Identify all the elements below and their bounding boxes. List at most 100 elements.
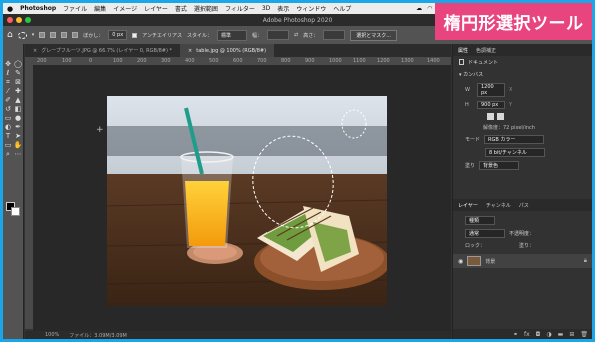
apple-icon[interactable]: ● bbox=[7, 5, 13, 13]
tab-layers[interactable]: レイヤー bbox=[458, 202, 478, 209]
pen-tool-icon[interactable]: ✒ bbox=[13, 123, 23, 132]
menu-select[interactable]: 選択範囲 bbox=[194, 4, 218, 13]
menu-app-name[interactable]: Photoshop bbox=[20, 5, 56, 12]
layer-background[interactable]: ◉ 背景 🔒︎ bbox=[453, 254, 592, 268]
type-tool-icon[interactable]: T bbox=[3, 132, 13, 141]
menu-help[interactable]: ヘルプ bbox=[333, 4, 351, 13]
tab-paths[interactable]: パス bbox=[519, 202, 529, 209]
zoom-level[interactable]: 100% bbox=[45, 332, 59, 338]
menu-view[interactable]: 表示 bbox=[277, 4, 289, 13]
path-select-tool-icon[interactable]: ➤ bbox=[13, 132, 23, 141]
new-layer-icon[interactable]: ⊞ bbox=[569, 331, 574, 338]
close-window-button[interactable] bbox=[7, 17, 13, 23]
menu-type[interactable]: 書式 bbox=[175, 4, 187, 13]
lasso-tool-icon[interactable]: ℓ bbox=[3, 69, 13, 78]
feather-input[interactable]: 0 px bbox=[108, 30, 128, 40]
gradient-tool-icon[interactable]: ▭ bbox=[3, 114, 13, 123]
elliptical-marquee-tool-icon[interactable]: ◯ bbox=[13, 60, 23, 69]
brush-tool-icon[interactable]: ✐ bbox=[3, 96, 13, 105]
menu-file[interactable]: ファイル bbox=[63, 4, 87, 13]
fill-label: 塗り bbox=[465, 163, 476, 169]
menu-window[interactable]: ウィンドウ bbox=[296, 4, 326, 13]
canvas-area[interactable]: + bbox=[33, 65, 451, 331]
menu-3d[interactable]: 3D bbox=[262, 5, 270, 12]
home-icon[interactable]: ⌂ bbox=[7, 30, 13, 40]
blend-mode-select[interactable]: 通常 bbox=[465, 229, 505, 238]
resolution-text: 解像度：72 pixel/inch bbox=[483, 125, 535, 131]
new-selection-icon[interactable] bbox=[39, 32, 46, 38]
more-tools-icon[interactable]: ⋯ bbox=[13, 150, 23, 159]
eraser-tool-icon[interactable]: ◧ bbox=[13, 105, 23, 114]
layer-kind-select[interactable]: 種類 bbox=[465, 216, 495, 225]
canvas-width-input[interactable]: 1200 px bbox=[477, 83, 505, 97]
eye-icon[interactable]: ◉ bbox=[458, 258, 463, 265]
rectangle-tool-icon[interactable]: ▭ bbox=[3, 141, 13, 150]
tab-channels[interactable]: チャンネル bbox=[486, 202, 511, 209]
landscape-icon[interactable] bbox=[497, 113, 504, 120]
tab-grapefruit[interactable]: × グレープフルーツ.JPG @ 66.7% (レイヤー 0, RGB/8#) … bbox=[25, 44, 180, 57]
dodge-tool-icon[interactable]: ◐ bbox=[3, 123, 13, 132]
width-input[interactable] bbox=[267, 30, 289, 40]
crop-tool-icon[interactable]: ⌗ bbox=[3, 78, 13, 87]
portrait-icon[interactable] bbox=[487, 113, 494, 120]
hand-tool-icon[interactable]: ✋ bbox=[13, 141, 23, 150]
tab-adjustments[interactable]: 色調補正 bbox=[476, 47, 496, 54]
ruler-tick-label: 300 bbox=[161, 58, 171, 64]
menu-edit[interactable]: 編集 bbox=[94, 4, 106, 13]
document-image[interactable] bbox=[107, 96, 387, 306]
chevron-down-icon[interactable]: ▾ bbox=[32, 32, 35, 38]
close-icon[interactable]: × bbox=[188, 48, 192, 54]
fill-select[interactable]: 背景色 bbox=[479, 161, 520, 170]
right-panels: 属性 色調補正 ドキュメント ▾ カンバス W 1200 px X H 900 … bbox=[452, 44, 592, 339]
adjustment-icon[interactable]: ◑ bbox=[546, 331, 551, 338]
menu-image[interactable]: イメージ bbox=[113, 4, 137, 13]
add-selection-icon[interactable] bbox=[50, 32, 57, 38]
close-icon[interactable]: × bbox=[33, 48, 37, 54]
fill-opacity-label: 塗り： bbox=[519, 243, 535, 249]
folder-icon[interactable]: ▬ bbox=[558, 331, 564, 338]
eyedropper-tool-icon[interactable]: ⁄ bbox=[3, 87, 13, 96]
elliptical-marquee-icon[interactable] bbox=[17, 31, 27, 39]
style-select[interactable]: 標準 bbox=[216, 29, 247, 41]
mode-select[interactable]: RGB カラー bbox=[484, 135, 545, 144]
background-color-swatch[interactable] bbox=[11, 207, 20, 216]
tab-table[interactable]: × table.jpg @ 100% (RGB/8#) bbox=[180, 44, 275, 57]
frame-tool-icon[interactable]: ⊠ bbox=[13, 78, 23, 87]
canvas-section-header[interactable]: ▾ カンバス bbox=[453, 68, 592, 81]
antialias-checkbox[interactable] bbox=[132, 32, 138, 38]
chevron-down-icon: ▾ bbox=[459, 72, 462, 78]
zoom-tool-icon[interactable]: ⌕ bbox=[3, 150, 13, 159]
ruler-tick-label: 0 bbox=[89, 58, 93, 64]
zoom-window-button[interactable] bbox=[25, 17, 31, 23]
ruler-tick-label: 500 bbox=[209, 58, 219, 64]
mode-row: モード RGB カラー bbox=[453, 133, 592, 146]
trash-icon[interactable]: 🗑︎ bbox=[580, 331, 588, 338]
bit-depth-select[interactable]: 8 bit/チャンネル bbox=[485, 148, 545, 157]
tab-properties[interactable]: 属性 bbox=[458, 47, 468, 54]
stamp-tool-icon[interactable]: ▲ bbox=[13, 96, 23, 105]
document-label: ドキュメント bbox=[468, 59, 499, 66]
tab-label: グレープフルーツ.JPG @ 66.7% (レイヤー 0, RGB/8#) * bbox=[41, 48, 173, 54]
history-brush-icon[interactable]: ↺ bbox=[3, 105, 13, 114]
healing-tool-icon[interactable]: ✚ bbox=[13, 87, 23, 96]
cloud-icon[interactable]: ☁ bbox=[416, 5, 422, 12]
height-input[interactable] bbox=[323, 30, 346, 40]
subtract-selection-icon[interactable] bbox=[61, 32, 68, 38]
minimize-window-button[interactable] bbox=[16, 17, 22, 23]
swap-icon[interactable]: ⇄ bbox=[294, 32, 298, 38]
menu-layer[interactable]: レイヤー bbox=[144, 4, 168, 13]
link-icon[interactable]: ⚭ bbox=[513, 331, 518, 338]
canvas-height-input[interactable]: 900 px bbox=[477, 101, 505, 109]
move-tool-icon[interactable]: ✥ bbox=[3, 60, 13, 69]
mask-icon[interactable]: ◘ bbox=[536, 331, 541, 338]
quick-select-tool-icon[interactable]: ✎ bbox=[13, 69, 23, 78]
select-and-mask-button[interactable]: 選択とマスク... bbox=[350, 29, 397, 41]
wifi-icon[interactable]: ◠ bbox=[427, 5, 432, 12]
mode-label: モード bbox=[465, 137, 481, 143]
intersect-selection-icon[interactable] bbox=[72, 32, 79, 38]
photo-illustration bbox=[107, 96, 387, 306]
menu-filter[interactable]: フィルター bbox=[225, 4, 255, 13]
blur-tool-icon[interactable]: ● bbox=[13, 114, 23, 123]
fx-icon[interactable]: fx bbox=[524, 331, 530, 338]
properties-tabs: 属性 色調補正 bbox=[453, 44, 592, 56]
